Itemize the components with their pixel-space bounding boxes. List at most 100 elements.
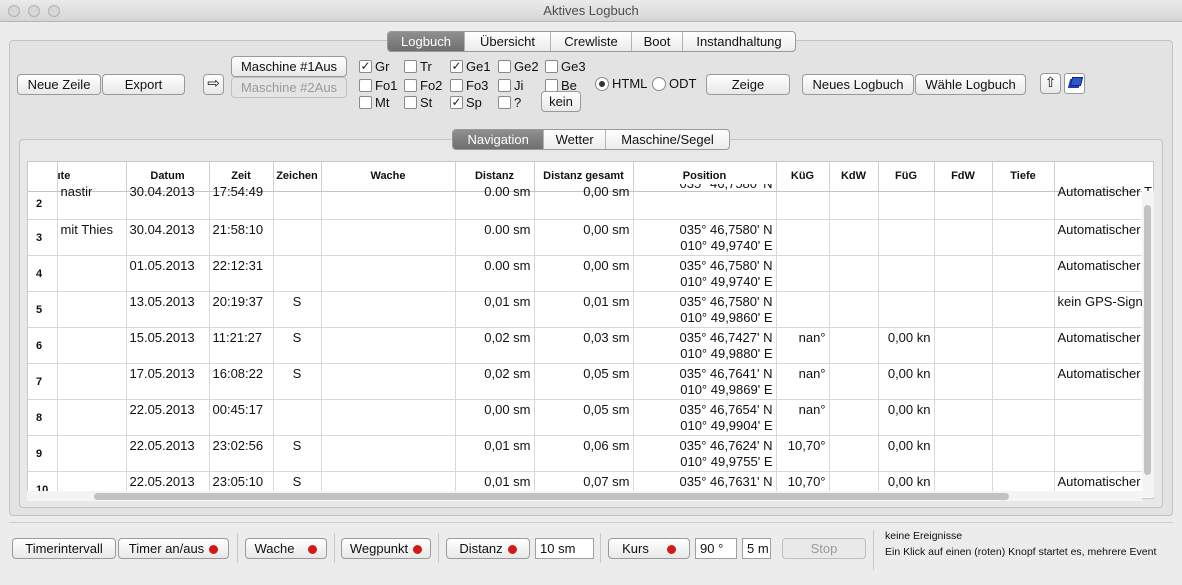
table-cell[interactable] bbox=[321, 327, 456, 364]
table-cell[interactable] bbox=[273, 255, 322, 292]
table-cell[interactable] bbox=[57, 255, 127, 292]
table-cell[interactable]: 0,00 sm bbox=[534, 219, 634, 256]
timer-toggle-button[interactable]: Timer an/aus bbox=[118, 538, 229, 559]
table-cell[interactable] bbox=[829, 219, 879, 256]
table-row[interactable]: 2 nastir 30.04.2013 17:54:49 0.00 sm 0,00 sm 0… bbox=[28, 183, 1153, 220]
table-cell[interactable]: 20:19:37 bbox=[209, 291, 274, 328]
tab-crewliste[interactable]: Crewliste bbox=[551, 32, 632, 51]
table-cell[interactable] bbox=[992, 255, 1055, 292]
layers-icon[interactable] bbox=[1064, 73, 1085, 94]
table-cell[interactable]: 0.00 sm bbox=[455, 183, 535, 212]
table-cell[interactable]: 0,00 sm bbox=[455, 399, 535, 436]
table-cell[interactable]: kein GPS-Signal bbox=[1054, 291, 1153, 328]
checkbox-fo1[interactable]: Fo1 bbox=[359, 77, 397, 93]
table-cell[interactable]: 30.04.2013 bbox=[126, 183, 210, 212]
checkbox-ji[interactable]: Ji bbox=[498, 77, 523, 93]
vertical-scroll-thumb[interactable] bbox=[1144, 205, 1151, 475]
table-cell[interactable] bbox=[992, 183, 1055, 212]
table-cell[interactable] bbox=[321, 255, 456, 292]
checkbox-st[interactable]: St bbox=[404, 94, 432, 110]
column-header[interactable] bbox=[28, 162, 58, 192]
table-cell[interactable]: 0,03 sm bbox=[534, 327, 634, 364]
row-number[interactable]: 9 bbox=[28, 435, 58, 472]
distance-button[interactable]: Distanz bbox=[446, 538, 530, 559]
table-cell[interactable] bbox=[57, 291, 127, 328]
waypoint-button[interactable]: Wegpunkt bbox=[341, 538, 431, 559]
table-cell[interactable] bbox=[878, 255, 935, 292]
table-cell[interactable] bbox=[321, 399, 456, 436]
arrow-right-icon[interactable]: ⇨ bbox=[203, 74, 224, 95]
table-cell[interactable]: S bbox=[273, 327, 322, 364]
new-logbook-button[interactable]: Neues Logbuch bbox=[802, 74, 914, 95]
table-cell[interactable]: 0,02 sm bbox=[455, 363, 535, 400]
row-number[interactable]: 4 bbox=[28, 255, 58, 292]
table-cell[interactable] bbox=[57, 399, 127, 436]
table-cell[interactable] bbox=[321, 219, 456, 256]
export-button[interactable]: Export bbox=[102, 74, 185, 95]
table-cell[interactable] bbox=[829, 435, 879, 472]
table-cell[interactable] bbox=[934, 327, 993, 364]
table-cell[interactable]: 23:02:56 bbox=[209, 435, 274, 472]
table-cell[interactable] bbox=[776, 183, 830, 212]
table-cell[interactable]: 0,00 sm bbox=[534, 255, 634, 292]
table-cell[interactable]: 0,00 kn bbox=[878, 327, 935, 364]
table-cell[interactable] bbox=[992, 291, 1055, 328]
table-row[interactable]: 4 01.05.2013 22:12:31 0.00 sm 0,00 sm 035° 46… bbox=[28, 255, 1153, 292]
table-cell[interactable] bbox=[992, 327, 1055, 364]
table-cell[interactable] bbox=[273, 219, 322, 256]
table-cell[interactable] bbox=[776, 219, 830, 256]
table-cell[interactable]: 0,00 sm bbox=[534, 183, 634, 212]
checkbox-tr[interactable]: Tr bbox=[404, 58, 432, 74]
horizontal-scroll-thumb[interactable] bbox=[94, 493, 1009, 500]
table-cell[interactable]: 30.04.2013 bbox=[126, 219, 210, 256]
table-cell[interactable] bbox=[878, 219, 935, 256]
new-row-button[interactable]: Neue Zeile bbox=[17, 74, 101, 95]
table-cell[interactable]: 0,01 sm bbox=[455, 435, 535, 472]
upload-arrow-icon[interactable]: ⇧ bbox=[1040, 73, 1061, 94]
table-cell[interactable]: 035° 46,7580' N 010° 49,9740' E bbox=[633, 219, 777, 256]
row-number[interactable]: 5 bbox=[28, 291, 58, 328]
table-cell[interactable]: S bbox=[273, 363, 322, 400]
table-cell[interactable]: S bbox=[273, 291, 322, 328]
table-cell[interactable]: Automatischer T bbox=[1054, 183, 1153, 212]
checkbox-mt[interactable]: Mt bbox=[359, 94, 389, 110]
table-cell[interactable] bbox=[934, 363, 993, 400]
table-cell[interactable]: 01.05.2013 bbox=[126, 255, 210, 292]
course-degrees-input[interactable]: 90 ° bbox=[695, 538, 737, 559]
table-cell[interactable] bbox=[934, 219, 993, 256]
checkbox-ge3[interactable]: Ge3 bbox=[545, 58, 586, 74]
vertical-scrollbar[interactable] bbox=[1142, 191, 1154, 497]
table-cell[interactable]: 13.05.2013 bbox=[126, 291, 210, 328]
table-cell[interactable]: 21:58:10 bbox=[209, 219, 274, 256]
table-cell[interactable]: 0,00 kn bbox=[878, 435, 935, 472]
table-cell[interactable]: nastir bbox=[57, 183, 127, 212]
course-button[interactable]: Kurs bbox=[608, 538, 690, 559]
table-cell[interactable]: 035° 46,7641' N 010° 49,9869' E bbox=[633, 363, 777, 400]
table-cell[interactable]: nan° bbox=[776, 399, 830, 436]
table-cell[interactable] bbox=[934, 291, 993, 328]
table-cell[interactable] bbox=[321, 363, 456, 400]
table-row[interactable]: 5 13.05.2013 20:19:37 S 0,01 sm 0,01 sm 035° 4… bbox=[28, 291, 1153, 328]
table-cell[interactable] bbox=[321, 291, 456, 328]
table-cell[interactable] bbox=[934, 255, 993, 292]
table-cell[interactable]: 22.05.2013 bbox=[126, 435, 210, 472]
table-row[interactable]: 9 22.05.2013 23:02:56 S 0,01 sm 0,06 sm 035° 4… bbox=[28, 435, 1153, 472]
table-cell[interactable]: 0,01 sm bbox=[534, 291, 634, 328]
table-cell[interactable]: 15.05.2013 bbox=[126, 327, 210, 364]
table-cell[interactable] bbox=[57, 363, 127, 400]
table-cell[interactable]: 035° 46,7580' N 010° 49,9860' E bbox=[633, 291, 777, 328]
table-cell[interactable]: Automatischer T bbox=[1054, 255, 1153, 292]
table-cell[interactable]: Automatischer T bbox=[1054, 327, 1153, 364]
course-step-input[interactable]: 5 m bbox=[742, 538, 771, 559]
table-cell[interactable]: 0,05 sm bbox=[534, 399, 634, 436]
table-cell[interactable] bbox=[992, 435, 1055, 472]
table-cell[interactable]: 11:21:27 bbox=[209, 327, 274, 364]
table-cell[interactable]: nan° bbox=[776, 363, 830, 400]
distance-input[interactable]: 10 sm bbox=[535, 538, 594, 559]
table-cell[interactable] bbox=[878, 183, 935, 212]
table-cell[interactable]: 0,00 kn bbox=[878, 399, 935, 436]
table-cell[interactable] bbox=[321, 435, 456, 472]
table-cell[interactable]: Automatischer T bbox=[1054, 219, 1153, 256]
table-row[interactable]: 7 17.05.2013 16:08:22 S 0,02 sm 0,05 sm 035° 4… bbox=[28, 363, 1153, 400]
table-cell[interactable] bbox=[829, 363, 879, 400]
